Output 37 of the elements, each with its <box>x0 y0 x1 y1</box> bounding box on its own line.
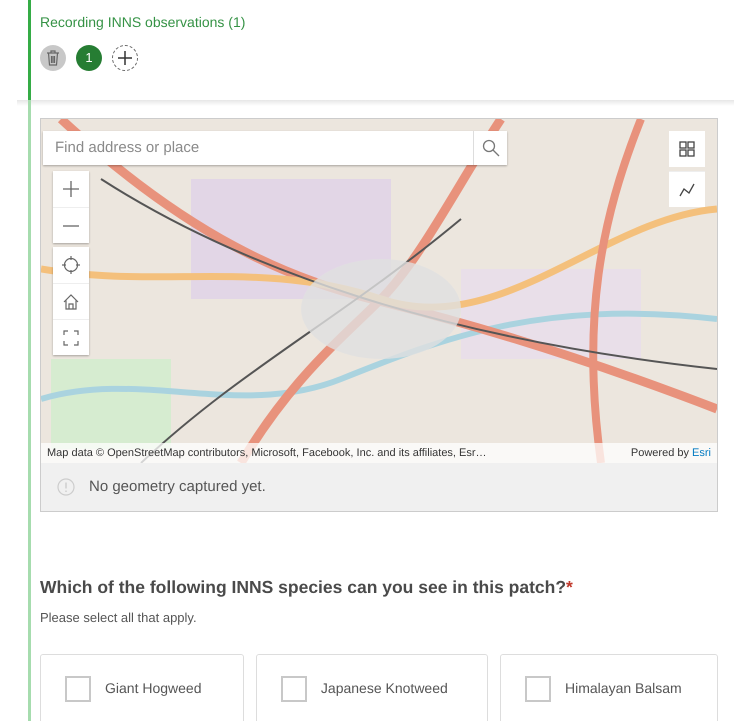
plus-icon <box>118 51 132 65</box>
plus-icon <box>62 180 80 198</box>
option-label: Japanese Knotweed <box>320 679 448 698</box>
checkbox[interactable] <box>65 676 91 702</box>
info-icon <box>57 478 75 496</box>
option-checkbox[interactable]: Giant Hogweed <box>40 654 244 721</box>
fullscreen-button[interactable] <box>53 319 89 355</box>
search-field[interactable]: Find address or place <box>43 131 507 165</box>
home-button[interactable] <box>53 283 89 319</box>
option-label: Giant Hogweed <box>105 679 202 698</box>
geometry-status: No geometry captured yet. <box>89 476 266 497</box>
add-button[interactable] <box>112 45 138 71</box>
option-checkbox[interactable]: Japanese Knotweed <box>256 654 488 721</box>
checkbox[interactable] <box>525 676 551 702</box>
expand-icon <box>62 328 80 346</box>
page-button[interactable]: 1 <box>76 45 102 71</box>
option-label: Himalayan Balsam <box>565 679 682 698</box>
powered-by-text: Powered by Esri <box>630 446 711 461</box>
checkbox[interactable] <box>280 676 307 702</box>
option-checkbox[interactable]: Himalayan Balsam <box>500 654 718 721</box>
crosshair-icon <box>62 256 80 274</box>
esri-link[interactable]: Esri <box>692 446 711 459</box>
delete-button[interactable] <box>40 45 66 71</box>
search-icon <box>482 139 500 157</box>
home-icon <box>62 292 80 310</box>
draw-line-button[interactable] <box>669 171 705 207</box>
search-button[interactable] <box>473 131 507 165</box>
grid-icon <box>678 140 696 158</box>
trash-icon <box>46 50 60 66</box>
minus-icon <box>63 224 79 226</box>
zoom-in-button[interactable] <box>53 171 89 207</box>
locate-button[interactable] <box>53 247 89 283</box>
section-title: Recording INNS observations (1) <box>40 13 246 32</box>
map-attribution: Map data © OpenStreetMap contributors, Microsoft, Facebook, Inc. and its affiliates, Esr… <box>47 446 487 461</box>
question-label: Which of the following INNS species can you see in this patch?* <box>40 576 574 599</box>
question-hint: Please select all that apply. <box>40 609 198 628</box>
basemap-button[interactable] <box>669 131 705 167</box>
